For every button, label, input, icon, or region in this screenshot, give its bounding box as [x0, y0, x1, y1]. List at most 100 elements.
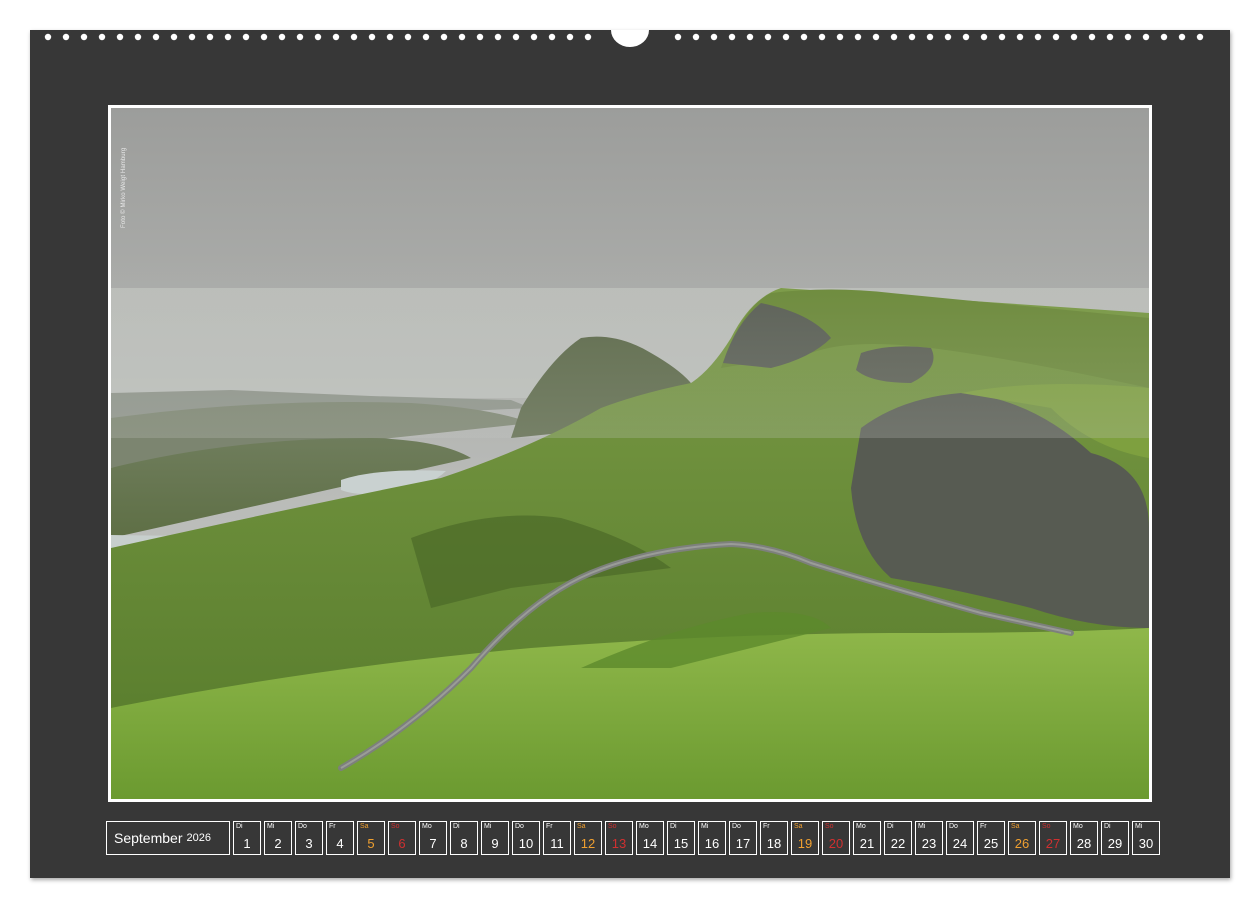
day-number: 12	[580, 836, 596, 851]
binding-hole	[854, 33, 862, 41]
binding-hole	[296, 33, 304, 41]
day-cell: Sa 26	[1008, 821, 1036, 855]
binding-holes	[44, 30, 1204, 47]
day-abbr: Do	[949, 823, 958, 830]
day-abbr: Di	[670, 823, 677, 830]
day-abbr: Do	[298, 823, 307, 830]
day-number: 20	[828, 836, 844, 851]
binding-hole	[890, 33, 898, 41]
day-abbr: Fr	[980, 823, 987, 830]
day-number: 9	[491, 836, 499, 851]
binding-hole	[800, 33, 808, 41]
day-number: 30	[1138, 836, 1154, 851]
binding-hole	[962, 33, 970, 41]
day-cell: Fr 18	[760, 821, 788, 855]
binding-hole	[278, 33, 286, 41]
month-year: 2026	[186, 832, 211, 844]
day-cell: Di 1	[233, 821, 261, 855]
spiral-binding	[0, 0, 1260, 60]
binding-hole	[692, 33, 700, 41]
day-cell: Fr 25	[977, 821, 1005, 855]
binding-hole	[1142, 33, 1150, 41]
day-cell: Fr 11	[543, 821, 571, 855]
binding-hole	[530, 33, 538, 41]
day-abbr: So	[608, 823, 617, 830]
day-abbr: Sa	[794, 823, 803, 830]
day-cell: Mi 16	[698, 821, 726, 855]
day-abbr: So	[1042, 823, 1051, 830]
binding-hole	[1160, 33, 1168, 41]
day-cell: Mi 2	[264, 821, 292, 855]
binding-hole	[1016, 33, 1024, 41]
day-cell: Fr 4	[326, 821, 354, 855]
day-cell: Di 29	[1101, 821, 1129, 855]
binding-hole	[242, 33, 250, 41]
day-number: 22	[890, 836, 906, 851]
binding-hole	[224, 33, 232, 41]
binding-hole	[1088, 33, 1096, 41]
day-cell: Mo 21	[853, 821, 881, 855]
day-number: 15	[673, 836, 689, 851]
binding-hole	[314, 33, 322, 41]
day-abbr: Fr	[329, 823, 336, 830]
day-abbr: Sa	[1011, 823, 1020, 830]
day-cell: Sa 5	[357, 821, 385, 855]
day-cell: Mo 14	[636, 821, 664, 855]
month-label: September 2026	[106, 821, 230, 855]
day-abbr: Fr	[763, 823, 770, 830]
day-cell: Mo 28	[1070, 821, 1098, 855]
binding-hole	[998, 33, 1006, 41]
day-cell: Mi 30	[1132, 821, 1160, 855]
day-number: 19	[797, 836, 813, 851]
binding-hole	[404, 33, 412, 41]
day-abbr: Fr	[546, 823, 553, 830]
day-number: 11	[550, 836, 564, 851]
photo-frame	[108, 105, 1152, 802]
binding-hole	[422, 33, 430, 41]
binding-hole	[926, 33, 934, 41]
day-cell: Di 22	[884, 821, 912, 855]
day-abbr: So	[391, 823, 400, 830]
day-cell: Di 8	[450, 821, 478, 855]
binding-hole	[1178, 33, 1186, 41]
day-abbr: Mo	[1073, 823, 1083, 830]
day-number: 23	[921, 836, 937, 851]
day-cells: Di 1 Mi 2 Do 3 Fr 4 Sa 5 So 6 Mo 7 Di 8 Mi 9 Do 10 Fr 11 Sa 12 S…	[233, 821, 1160, 855]
day-cell: Di 15	[667, 821, 695, 855]
binding-hole	[1106, 33, 1114, 41]
day-number: 29	[1107, 836, 1123, 851]
day-number: 25	[983, 836, 999, 851]
day-number: 4	[336, 836, 344, 851]
landscape-photo	[111, 108, 1149, 799]
day-number: 21	[859, 836, 875, 851]
binding-hole	[818, 33, 826, 41]
day-abbr: Mo	[856, 823, 866, 830]
day-cell: Do 24	[946, 821, 974, 855]
day-number: 1	[243, 836, 251, 851]
binding-hole	[584, 33, 592, 41]
day-abbr: Mo	[422, 823, 432, 830]
day-cell: Mi 9	[481, 821, 509, 855]
binding-hole	[170, 33, 178, 41]
binding-hole	[188, 33, 196, 41]
day-abbr: Do	[515, 823, 524, 830]
binding-hole	[1052, 33, 1060, 41]
day-cell: Mo 7	[419, 821, 447, 855]
binding-hole	[260, 33, 268, 41]
binding-hole	[494, 33, 502, 41]
binding-hole	[908, 33, 916, 41]
binding-hole	[674, 33, 682, 41]
binding-hole	[836, 33, 844, 41]
day-cell: Do 10	[512, 821, 540, 855]
day-cell: Do 17	[729, 821, 757, 855]
day-cell: Mi 23	[915, 821, 943, 855]
day-number: 18	[766, 836, 782, 851]
day-abbr: Mi	[918, 823, 926, 830]
binding-hole	[548, 33, 556, 41]
day-abbr: Mi	[484, 823, 492, 830]
day-cell: Sa 19	[791, 821, 819, 855]
binding-hole	[206, 33, 214, 41]
binding-hole	[332, 33, 340, 41]
day-number: 6	[398, 836, 406, 851]
day-abbr: Di	[887, 823, 894, 830]
